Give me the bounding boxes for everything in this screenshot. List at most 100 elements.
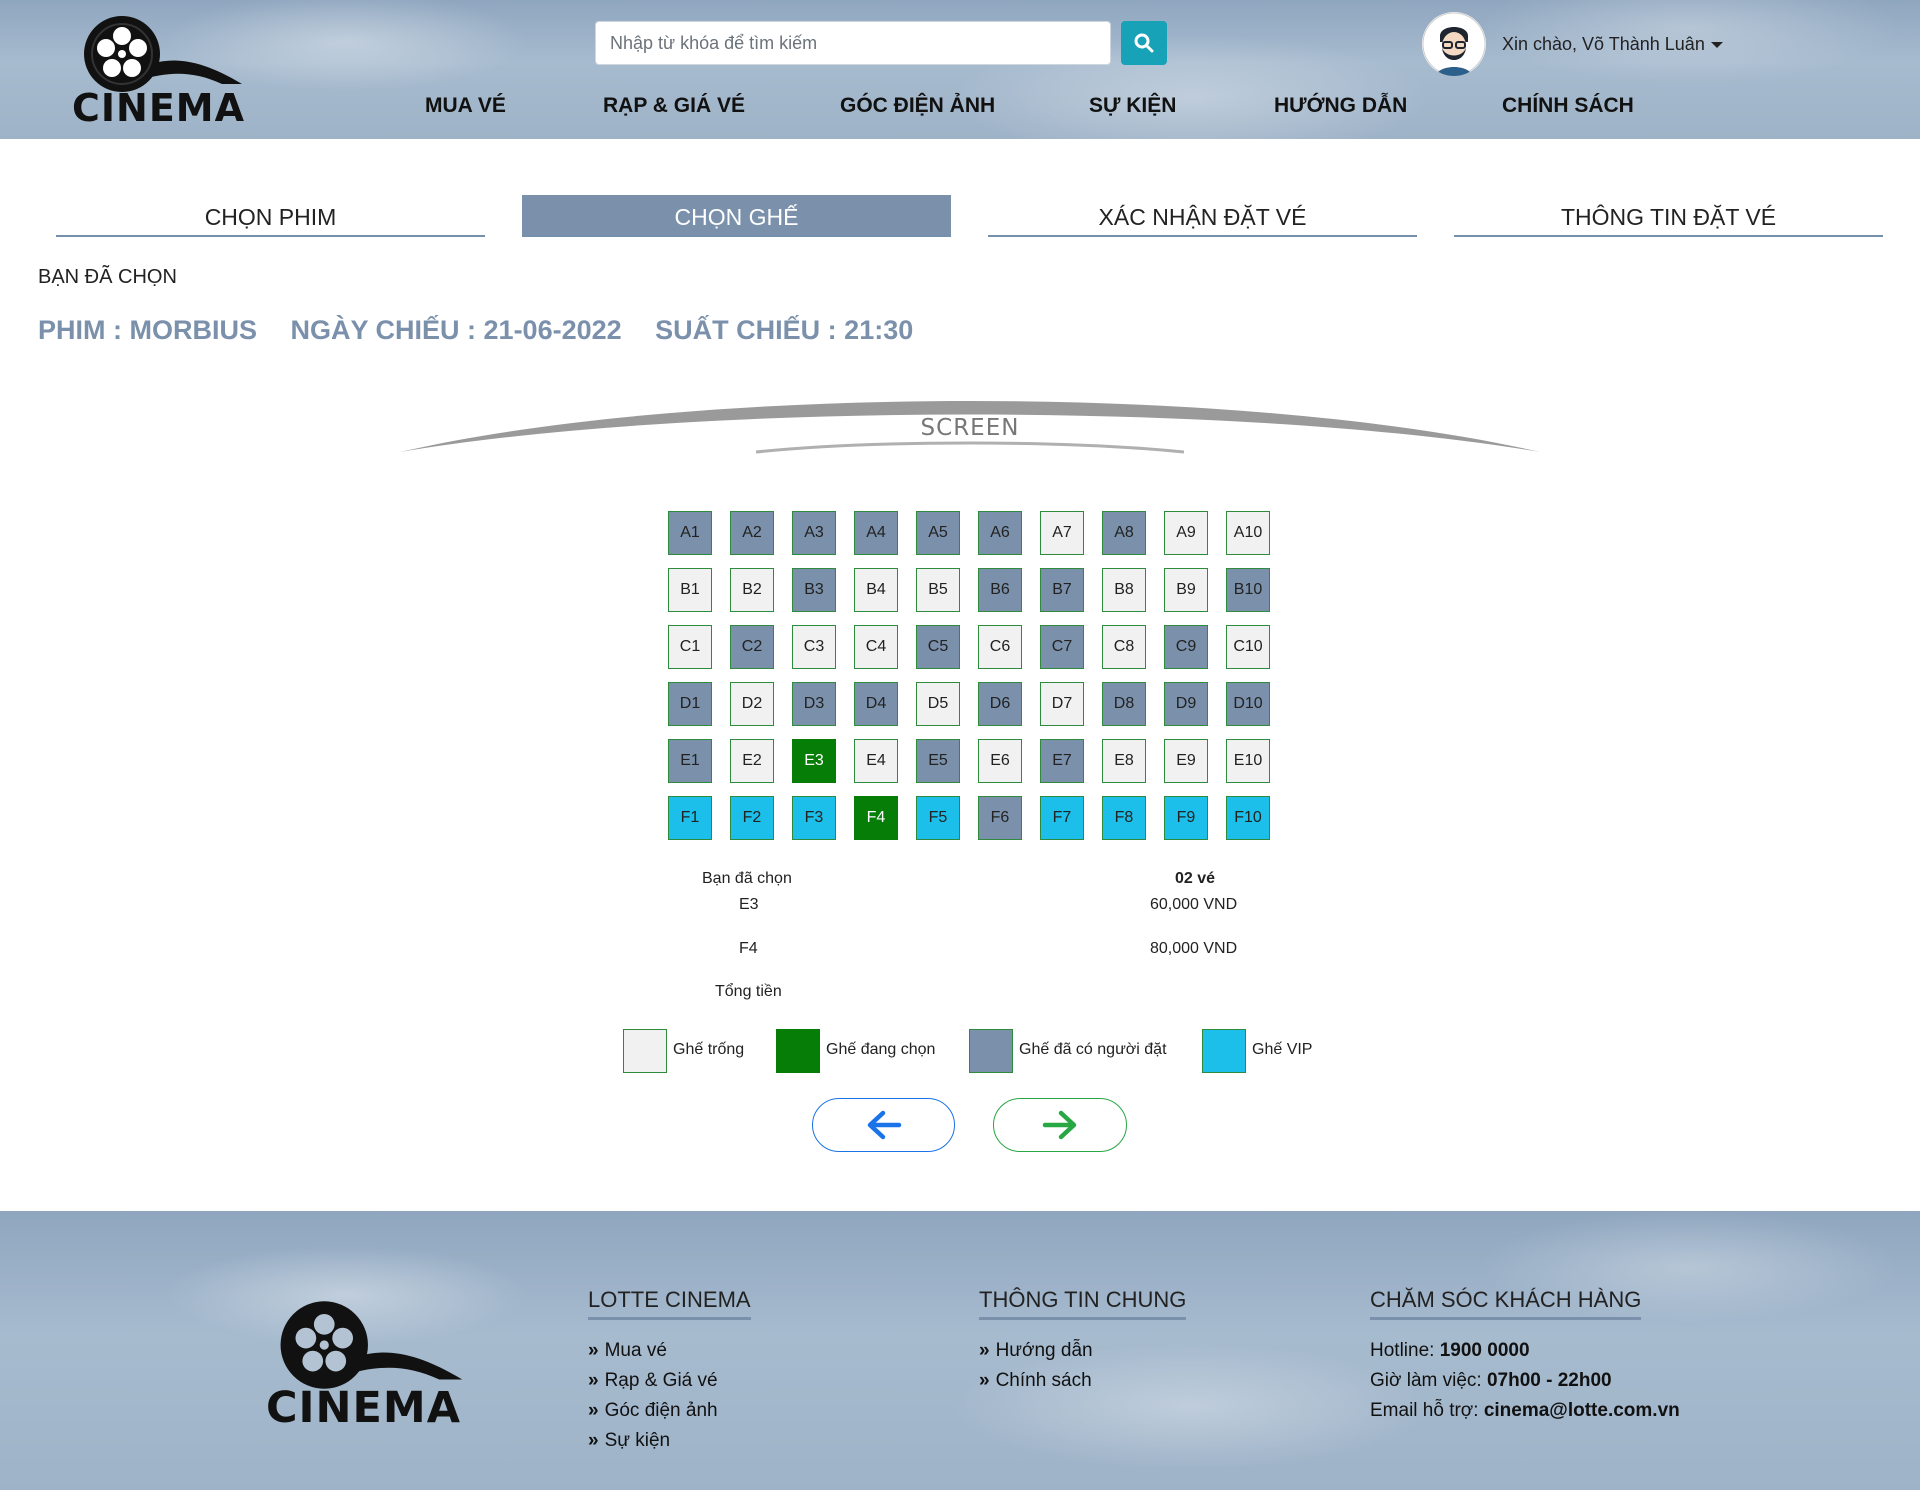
seat-e4[interactable]: E4	[854, 739, 898, 783]
legend-label: Ghế đã có người đặt	[1019, 1041, 1167, 1058]
footer-col-support: CHĂM SÓC KHÁCH HÀNG Hotline: 1900 0000 G…	[1370, 1287, 1680, 1426]
footer-email[interactable]: Email hỗ trợ: cinema@lotte.com.vn	[1370, 1396, 1680, 1426]
seat-f7[interactable]: F7	[1040, 796, 1084, 840]
seat-e8[interactable]: E8	[1102, 739, 1146, 783]
seat-c10[interactable]: C10	[1226, 625, 1270, 669]
nav-su-kien[interactable]: SỰ KIỆN	[1089, 94, 1176, 118]
seat-a8[interactable]: A8	[1102, 511, 1146, 555]
seat-f6[interactable]: F6	[978, 796, 1022, 840]
seat-d9[interactable]: D9	[1164, 682, 1208, 726]
nav-rap-gia-ve[interactable]: RẠP & GIÁ VÉ	[603, 94, 745, 118]
seat-e9[interactable]: E9	[1164, 739, 1208, 783]
user-avatar-icon	[1422, 12, 1486, 76]
seat-c2[interactable]: C2	[730, 625, 774, 669]
summary-seat: F4	[739, 940, 758, 957]
seat-d6[interactable]: D6	[978, 682, 1022, 726]
nav-huong-dan[interactable]: HƯỚNG DẪN	[1274, 94, 1407, 118]
seat-e2[interactable]: E2	[730, 739, 774, 783]
seat-d1[interactable]: D1	[668, 682, 712, 726]
seat-f1[interactable]: F1	[668, 796, 712, 840]
user-greeting[interactable]: Xin chào, Võ Thành Luân	[1502, 34, 1723, 55]
seat-e6[interactable]: E6	[978, 739, 1022, 783]
seat-a5[interactable]: A5	[916, 511, 960, 555]
seat-c1[interactable]: C1	[668, 625, 712, 669]
seat-e3[interactable]: E3	[792, 739, 836, 783]
double-chevron-icon: »	[979, 1340, 990, 1361]
seat-f10[interactable]: F10	[1226, 796, 1270, 840]
seat-e5[interactable]: E5	[916, 739, 960, 783]
seat-a2[interactable]: A2	[730, 511, 774, 555]
seat-a9[interactable]: A9	[1164, 511, 1208, 555]
seat-a4[interactable]: A4	[854, 511, 898, 555]
seat-c4[interactable]: C4	[854, 625, 898, 669]
legend-swatch-taken	[969, 1029, 1013, 1073]
summary-price: 80,000 VND	[1150, 940, 1238, 957]
seat-d3[interactable]: D3	[792, 682, 836, 726]
seat-a6[interactable]: A6	[978, 511, 1022, 555]
seat-f3[interactable]: F3	[792, 796, 836, 840]
footer-link-goc-dien-anh[interactable]: » Góc điện ảnh	[588, 1396, 751, 1426]
seat-c5[interactable]: C5	[916, 625, 960, 669]
nav-mua-ve[interactable]: MUA VÉ	[425, 94, 506, 118]
seat-c8[interactable]: C8	[1102, 625, 1146, 669]
seat-a1[interactable]: A1	[668, 511, 712, 555]
footer-logo[interactable]: CINEMA	[266, 1299, 486, 1433]
search-button[interactable]	[1121, 21, 1167, 65]
nav-chinh-sach[interactable]: CHÍNH SÁCH	[1502, 94, 1634, 118]
next-button[interactable]	[993, 1098, 1127, 1152]
seat-a7[interactable]: A7	[1040, 511, 1084, 555]
seat-c3[interactable]: C3	[792, 625, 836, 669]
seat-b8[interactable]: B8	[1102, 568, 1146, 612]
seat-a3[interactable]: A3	[792, 511, 836, 555]
seat-b5[interactable]: B5	[916, 568, 960, 612]
seat-c7[interactable]: C7	[1040, 625, 1084, 669]
seat-d7[interactable]: D7	[1040, 682, 1084, 726]
seat-b2[interactable]: B2	[730, 568, 774, 612]
footer-link-chinh-sach[interactable]: » Chính sách	[979, 1366, 1186, 1396]
seat-b10[interactable]: B10	[1226, 568, 1270, 612]
show-time: SUẤT CHIẾU : 21:30	[655, 315, 914, 345]
film-reel-icon	[84, 16, 242, 92]
footer-link-huong-dan[interactable]: » Hướng dẫn	[979, 1336, 1186, 1366]
nav-goc-dien-anh[interactable]: GÓC ĐIỆN ẢNH	[840, 94, 995, 118]
booking-steps: CHỌN PHIM CHỌN GHẾ XÁC NHẬN ĐẶT VÉ THÔNG…	[56, 195, 1884, 239]
seat-b6[interactable]: B6	[978, 568, 1022, 612]
seat-b7[interactable]: B7	[1040, 568, 1084, 612]
seat-f2[interactable]: F2	[730, 796, 774, 840]
seat-b3[interactable]: B3	[792, 568, 836, 612]
summary-ticket-count: 02 vé	[1175, 870, 1216, 887]
seat-a10[interactable]: A10	[1226, 511, 1270, 555]
search-input[interactable]	[595, 21, 1111, 65]
step-thong-tin[interactable]: THÔNG TIN ĐẶT VÉ	[1454, 195, 1883, 237]
seat-c9[interactable]: C9	[1164, 625, 1208, 669]
step-xac-nhan[interactable]: XÁC NHẬN ĐẶT VÉ	[988, 195, 1417, 237]
seat-e7[interactable]: E7	[1040, 739, 1084, 783]
footer-link-rap-gia-ve[interactable]: » Rạp & Giá vé	[588, 1366, 751, 1396]
seat-f8[interactable]: F8	[1102, 796, 1146, 840]
seat-d2[interactable]: D2	[730, 682, 774, 726]
footer-logo-text: CINEMA	[266, 1383, 461, 1433]
back-button[interactable]	[812, 1098, 955, 1152]
seat-d5[interactable]: D5	[916, 682, 960, 726]
seat-c6[interactable]: C6	[978, 625, 1022, 669]
footer-col-lotte: LOTTE CINEMA » Mua vé » Rạp & Giá vé » Góc …	[588, 1287, 751, 1456]
seat-e10[interactable]: E10	[1226, 739, 1270, 783]
seat-f4[interactable]: F4	[854, 796, 898, 840]
seat-b1[interactable]: B1	[668, 568, 712, 612]
user-menu[interactable]: Xin chào, Võ Thành Luân	[1422, 12, 1723, 76]
step-chon-phim[interactable]: CHỌN PHIM	[56, 195, 485, 237]
seat-d10[interactable]: D10	[1226, 682, 1270, 726]
seat-f9[interactable]: F9	[1164, 796, 1208, 840]
seat-d8[interactable]: D8	[1102, 682, 1146, 726]
seat-b9[interactable]: B9	[1164, 568, 1208, 612]
step-chon-ghe[interactable]: CHỌN GHẾ	[522, 195, 951, 237]
avatar	[1422, 12, 1486, 76]
summary-total-label: Tổng tiền	[715, 983, 782, 1000]
footer-link-mua-ve[interactable]: » Mua vé	[588, 1336, 751, 1366]
seat-f5[interactable]: F5	[916, 796, 960, 840]
seat-e1[interactable]: E1	[668, 739, 712, 783]
seat-d4[interactable]: D4	[854, 682, 898, 726]
main-nav: MUA VÉ RẠP & GIÁ VÉ GÓC ĐIỆN ẢNH SỰ KIỆN…	[0, 94, 1920, 124]
footer-link-su-kien[interactable]: » Sự kiện	[588, 1426, 751, 1456]
seat-b4[interactable]: B4	[854, 568, 898, 612]
